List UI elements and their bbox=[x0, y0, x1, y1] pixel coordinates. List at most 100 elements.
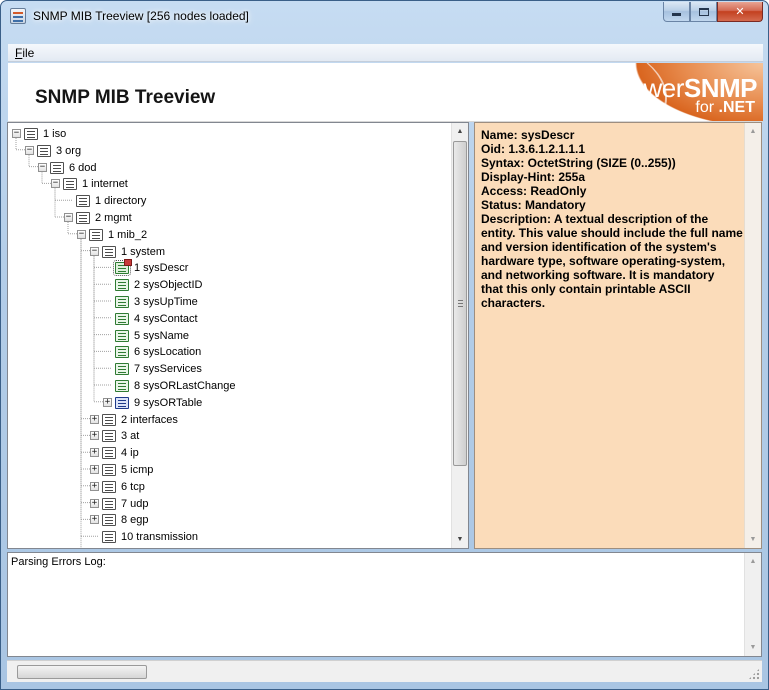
collapse-icon[interactable]: − bbox=[25, 145, 34, 155]
folder-node-icon bbox=[63, 178, 77, 191]
menu-file[interactable]: File bbox=[11, 46, 38, 60]
tree-scroll-thumb[interactable] bbox=[453, 141, 467, 466]
tree-node-label: 8 sysORLastChange bbox=[134, 380, 236, 392]
scroll-up-arrow-icon[interactable]: ▲ bbox=[745, 123, 761, 140]
collapse-icon[interactable]: − bbox=[38, 162, 47, 172]
scalar-node-icon bbox=[115, 312, 129, 325]
folder-node-icon bbox=[76, 212, 90, 224]
header-banner: SNMP MIB Treeview powerSNMP for .NET bbox=[8, 63, 763, 122]
logo-subtitle: for .NET bbox=[695, 99, 755, 117]
collapse-icon[interactable]: − bbox=[77, 229, 86, 239]
folder-node-icon bbox=[102, 430, 116, 443]
tree-node-label: 5 icmp bbox=[121, 464, 154, 476]
scalar-node-icon bbox=[115, 296, 129, 308]
detail-line: Syntax: OctetString (SIZE (0..255)) bbox=[481, 156, 676, 170]
maximize-button[interactable] bbox=[690, 2, 717, 22]
tree-node-label: 9 sysORTable bbox=[134, 396, 203, 409]
tree-node-label: 2 interfaces bbox=[121, 413, 178, 426]
logo-net-text: .NET bbox=[718, 99, 755, 116]
scalar-node-icon bbox=[115, 363, 129, 376]
node-detail-panel[interactable]: Name: sysDescr Oid: 1.3.6.1.2.1.1.1 Syntax… bbox=[474, 122, 762, 549]
scalar-node-icon bbox=[113, 259, 132, 277]
tree-node-label: 6 sysLocation bbox=[134, 346, 202, 359]
tree-node-label: 6 dod bbox=[69, 161, 97, 174]
scroll-down-arrow-icon[interactable]: ▼ bbox=[452, 531, 468, 548]
expand-icon[interactable]: + bbox=[90, 431, 99, 441]
tree-node-label: 7 udp bbox=[121, 497, 149, 510]
resize-grip-icon[interactable] bbox=[748, 668, 760, 680]
tree-node-label: 3 org bbox=[56, 144, 82, 157]
tree-node-label: 3 at bbox=[121, 430, 140, 443]
close-button[interactable]: ✕ bbox=[717, 2, 763, 22]
errors-log-label: Parsing Errors Log: bbox=[11, 556, 106, 568]
detail-line: Status: Mandatory bbox=[481, 198, 586, 212]
detail-vertical-scrollbar[interactable]: ▲ ▼ bbox=[744, 123, 761, 548]
detail-line: and version identification of the system… bbox=[481, 240, 717, 254]
node-description: Name: sysDescr Oid: 1.3.6.1.2.1.1.1 Syntax… bbox=[481, 128, 743, 310]
expand-icon[interactable]: + bbox=[90, 465, 99, 474]
page-title: SNMP MIB Treeview bbox=[35, 87, 216, 108]
detail-line: Oid: 1.3.6.1.2.1.1.1 bbox=[481, 142, 586, 156]
scroll-up-arrow-icon[interactable]: ▲ bbox=[452, 123, 468, 140]
folder-node-icon bbox=[102, 447, 116, 460]
errors-vertical-scrollbar[interactable]: ▲ ▼ bbox=[744, 553, 761, 656]
collapse-icon[interactable]: − bbox=[90, 246, 99, 256]
status-bar bbox=[7, 660, 762, 682]
mib-tree-panel[interactable]: −1 iso −3 org −6 dod −1 internet 1 directory… bbox=[7, 122, 469, 549]
scalar-node-icon bbox=[115, 346, 129, 359]
tree-node-label: 4 sysContact bbox=[134, 312, 198, 325]
detail-line: Display-Hint: 255a bbox=[481, 170, 586, 184]
tree-node-label: 2 mgmt bbox=[95, 212, 132, 224]
detail-line: entity. This value should include the fu… bbox=[481, 226, 743, 240]
logo-power-text: power bbox=[615, 73, 685, 103]
tree-node-label: 1 iso bbox=[43, 128, 67, 140]
menu-file-label: ile bbox=[22, 46, 35, 60]
tree-node-label: 4 ip bbox=[121, 447, 139, 460]
tree-node-label: 1 internet bbox=[82, 178, 128, 191]
mib-tree[interactable]: −1 iso −3 org −6 dod −1 internet 1 directory… bbox=[8, 123, 453, 548]
scroll-grip-icon bbox=[458, 300, 463, 307]
tree-node-label: 10 transmission bbox=[121, 531, 199, 544]
folder-node-icon bbox=[102, 245, 116, 258]
expand-icon[interactable]: + bbox=[90, 414, 99, 424]
minimize-button[interactable] bbox=[663, 2, 690, 22]
status-progress-bar bbox=[17, 665, 147, 679]
menu-bar: File bbox=[8, 44, 763, 62]
tree-node-label: 1 system bbox=[121, 245, 166, 258]
expand-icon[interactable]: + bbox=[90, 481, 99, 491]
expand-icon[interactable]: + bbox=[90, 448, 99, 458]
expand-icon[interactable]: + bbox=[90, 498, 99, 508]
tree-node-label: 1 sysDescr bbox=[134, 262, 189, 275]
collapse-icon[interactable]: − bbox=[12, 129, 21, 138]
detail-line: hardware type, software operating-system… bbox=[481, 254, 726, 268]
tree-node-label: 3 sysUpTime bbox=[134, 296, 198, 308]
folder-node-icon bbox=[24, 128, 38, 140]
collapse-icon[interactable]: − bbox=[64, 213, 73, 222]
scroll-down-arrow-icon[interactable]: ▼ bbox=[745, 639, 761, 656]
collapse-icon[interactable]: − bbox=[51, 179, 60, 189]
expand-icon[interactable]: + bbox=[90, 515, 99, 525]
folder-node-icon bbox=[50, 161, 64, 174]
close-icon: ✕ bbox=[735, 6, 745, 18]
title-bar[interactable]: SNMP MIB Treeview [256 nodes loaded] ✕ bbox=[1, 1, 768, 32]
window-controls: ✕ bbox=[663, 2, 763, 23]
folder-node-icon bbox=[102, 480, 116, 493]
parsing-errors-log[interactable]: Parsing Errors Log: ▲ ▼ bbox=[7, 552, 762, 657]
detail-line: Description: A textual description of th… bbox=[481, 212, 709, 226]
scalar-node-icon bbox=[115, 380, 129, 392]
scroll-up-arrow-icon[interactable]: ▲ bbox=[745, 553, 761, 570]
folder-node-icon bbox=[37, 144, 51, 157]
logo-for-text: for bbox=[695, 99, 719, 116]
tree-vertical-scrollbar[interactable]: ▲ ▼ bbox=[451, 123, 468, 548]
minimize-icon bbox=[672, 13, 681, 16]
folder-node-icon bbox=[89, 228, 103, 241]
tree-node-label: 5 sysName bbox=[134, 329, 190, 342]
detail-line: characters. bbox=[481, 296, 546, 310]
folder-node-icon bbox=[102, 497, 116, 510]
app-icon bbox=[10, 8, 26, 24]
detail-line: and networking software. It is mandatory bbox=[481, 268, 715, 282]
expand-icon[interactable]: + bbox=[103, 397, 112, 407]
detail-line: Name: sysDescr bbox=[481, 128, 575, 142]
scalar-node-icon bbox=[115, 329, 129, 342]
scroll-down-arrow-icon[interactable]: ▼ bbox=[745, 531, 761, 548]
